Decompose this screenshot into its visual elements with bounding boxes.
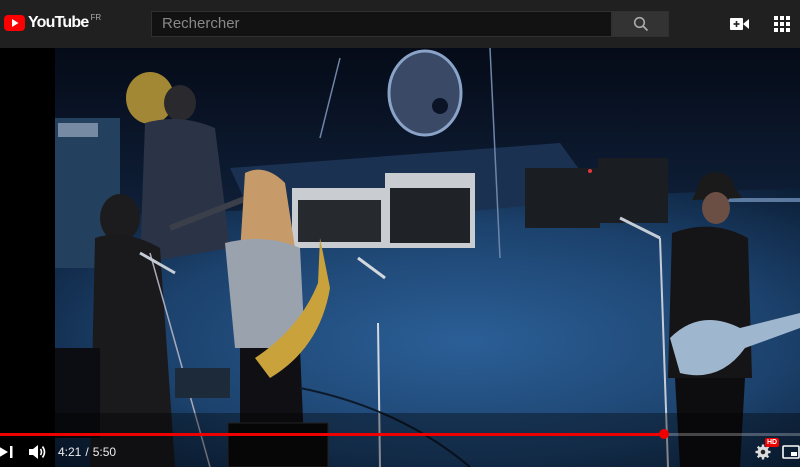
play-pause-icon	[0, 446, 13, 458]
create-video-icon	[730, 18, 749, 30]
concert-video-frame	[0, 48, 800, 467]
volume-button[interactable]	[28, 443, 48, 461]
progress-bar[interactable]	[0, 429, 800, 439]
progress-played	[0, 433, 664, 436]
search-button[interactable]	[612, 11, 669, 37]
duration: 5:50	[92, 445, 117, 459]
apps-grid-icon	[774, 16, 790, 32]
youtube-logo[interactable]: YouTube FR	[4, 13, 101, 35]
create-video-button[interactable]	[729, 13, 751, 35]
search-placeholder: Rechercher	[162, 15, 240, 32]
hd-badge: HD	[765, 438, 780, 447]
search-icon	[633, 16, 648, 32]
player-controls: 4:21 / 5:50 HD	[0, 437, 800, 467]
search-input[interactable]: Rechercher	[151, 11, 612, 37]
apps-button[interactable]	[771, 13, 793, 35]
time-separator: /	[85, 445, 89, 459]
miniplayer-button[interactable]	[782, 443, 800, 461]
play-pause-button[interactable]	[0, 443, 14, 461]
settings-button[interactable]: HD	[755, 438, 780, 461]
video-player[interactable]	[0, 48, 800, 467]
volume-icon	[29, 445, 46, 459]
time-display: 4:21 / 5:50	[58, 443, 116, 461]
youtube-logo-icon	[4, 15, 25, 31]
current-time: 4:21	[58, 445, 82, 459]
masthead: YouTube FR Rechercher	[0, 0, 800, 48]
logo-text: YouTube	[28, 14, 89, 31]
miniplayer-icon	[782, 445, 800, 459]
region-code: FR	[90, 13, 102, 22]
